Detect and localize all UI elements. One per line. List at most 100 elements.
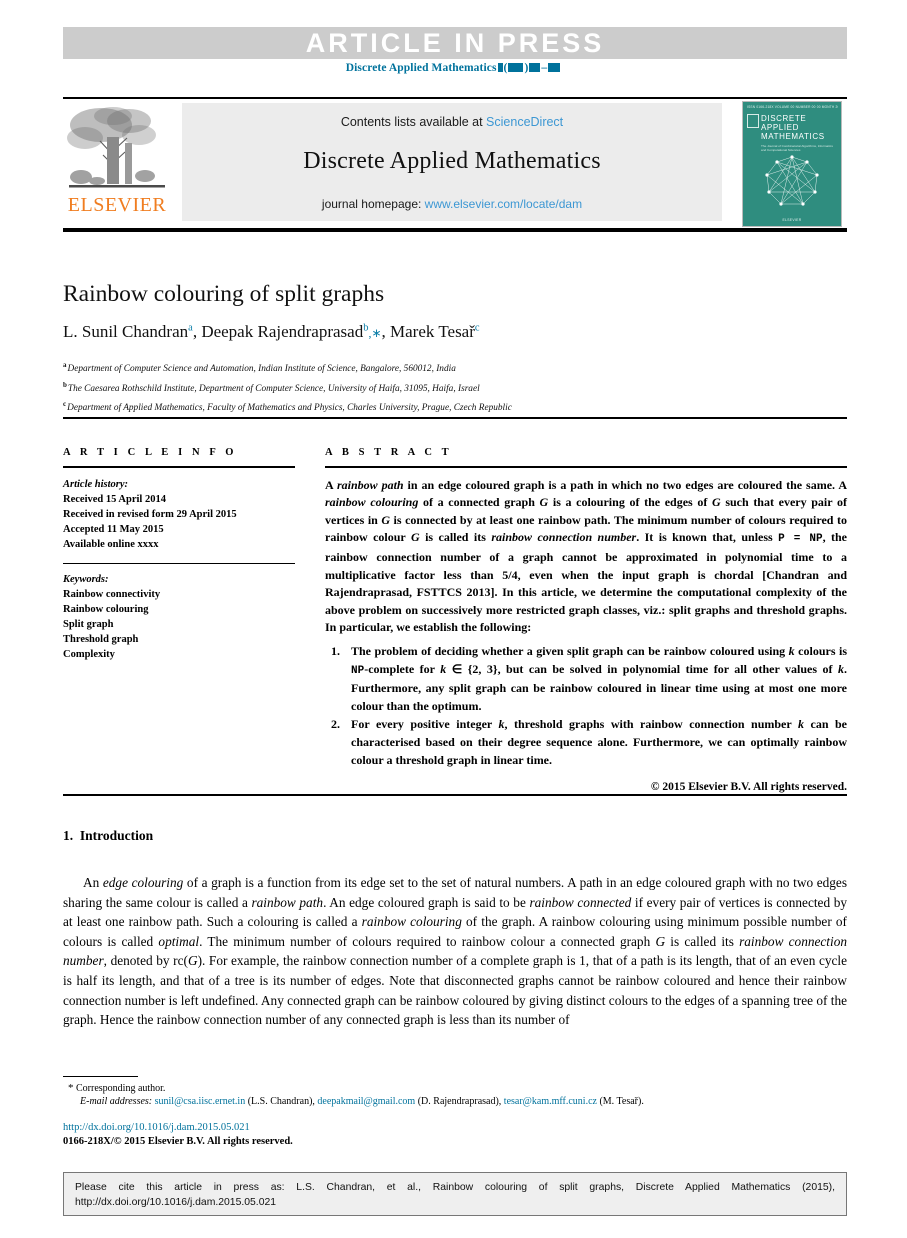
keyword-item: Complexity <box>63 648 115 660</box>
email-link-3[interactable]: tesar@kam.mff.cuni.cz <box>504 1096 597 1107</box>
abstract-result-number: 2. <box>331 717 340 732</box>
abstract-result-number: 1. <box>331 643 340 658</box>
affiliation-text-a: Department of Computer Science and Autom… <box>67 364 456 375</box>
journal-reference-name: Discrete Applied Mathematics <box>345 62 497 74</box>
article-history-item: Available online xxxx <box>63 538 159 550</box>
corresponding-author-mark[interactable]: ,∗ <box>368 326 381 340</box>
section-number: 1. <box>63 828 74 843</box>
cite-box-line-2[interactable]: http://dx.doi.org/10.1016/j.dam.2015.05.… <box>75 1195 835 1210</box>
abstract-column: A B S T R A C T A rainbow path in an edg… <box>325 447 847 793</box>
affiliation-text-b: The Caesarea Rothschild Institute, Depar… <box>67 383 480 394</box>
affiliation-mark-a: a <box>63 361 67 369</box>
section-heading-introduction: 1. Introduction <box>63 828 153 844</box>
journal-ref-paren-open: ( <box>503 62 508 74</box>
journal-homepage-link[interactable]: www.elsevier.com/locate/dam <box>425 197 582 211</box>
contents-available-line: Contents lists available at ScienceDirec… <box>182 115 722 129</box>
author-name-3: Marek Tesař <box>390 322 475 341</box>
title-section-rule <box>63 417 847 419</box>
issn-copyright-line: 0166-218X/© 2015 Elsevier B.V. All right… <box>63 1136 293 1147</box>
corresponding-author-text: Corresponding author. <box>76 1083 166 1094</box>
abstract-rule <box>325 466 847 468</box>
journal-homepage-label: journal homepage: <box>321 197 425 211</box>
journal-title: Discrete Applied Mathematics <box>303 148 601 174</box>
keyword-item: Threshold graph <box>63 633 139 645</box>
keyword-item: Rainbow connectivity <box>63 588 161 600</box>
article-info-column: A R T I C L E I N F O Article history: R… <box>63 447 295 662</box>
sciencedirect-link[interactable]: ScienceDirect <box>486 115 563 129</box>
keyword-item: Rainbow colouring <box>63 603 149 615</box>
author-name-2: Deepak Rajendraprasad <box>201 322 364 341</box>
doi-link[interactable]: http://dx.doi.org/10.1016/j.dam.2015.05.… <box>63 1121 250 1135</box>
cite-this-article-box: Please cite this article in press as: L.… <box>63 1172 847 1216</box>
journal-reference-line: Discrete Applied Mathematics () – <box>0 62 907 74</box>
contents-available-text: Contents lists available at <box>340 115 487 129</box>
elsevier-logo: ELSEVIER <box>63 103 171 221</box>
page-title: Rainbow colouring of split graphs <box>63 281 385 307</box>
author-affiliation-mark-3[interactable]: c <box>475 322 480 333</box>
article-history-label: Article history: <box>63 478 129 490</box>
author-separator-2: , <box>381 322 391 341</box>
affiliation-mark-b: b <box>63 380 67 389</box>
abstract-results-list: 1. The problem of deciding whether a give… <box>325 643 847 769</box>
keywords-label: Keywords: <box>63 573 109 585</box>
email-person-3: (M. Tesař). <box>599 1096 644 1107</box>
placeholder-block-page-start <box>529 63 541 72</box>
keywords-block: Keywords: Rainbow connectivity Rainbow c… <box>63 572 295 662</box>
masthead-center-panel: Contents lists available at ScienceDirec… <box>182 103 722 221</box>
abstract-bottom-rule <box>63 794 847 796</box>
abstract-paragraph: A rainbow path in an edge coloured graph… <box>325 477 848 635</box>
keywords-rule <box>63 562 295 564</box>
abstract-heading: A B S T R A C T <box>325 447 453 458</box>
masthead: ELSEVIER Contents lists available at Sci… <box>63 101 847 227</box>
masthead-rule-bottom <box>63 228 847 232</box>
corresponding-star-icon: * <box>68 1082 74 1094</box>
email-link-2[interactable]: deepakmail@gmail.com <box>317 1096 415 1107</box>
cover-graph-svg <box>765 155 819 206</box>
affiliation-text-c: Department of Applied Mathematics, Facul… <box>67 403 512 414</box>
introduction-paragraph: An edge colouring of a graph is a functi… <box>63 875 848 1028</box>
elsevier-tree-icon <box>67 105 167 191</box>
abstract-result-item: 1. The problem of deciding whether a give… <box>325 643 847 715</box>
abstract-result-item: 2. For every positive integer k, threshol… <box>325 716 847 769</box>
cover-title: DISCRETE APPLIED MATHEMATICS <box>761 114 825 141</box>
article-in-press-banner: ARTICLE IN PRESS <box>63 27 847 59</box>
elsevier-wordmark: ELSEVIER <box>67 194 167 216</box>
abstract-result-text: For every positive integer k, threshold … <box>351 717 847 767</box>
journal-ref-dash: – <box>541 62 548 74</box>
affiliation-item: aDepartment of Computer Science and Auto… <box>63 358 847 378</box>
affiliation-item: cDepartment of Applied Mathematics, Facu… <box>63 397 847 417</box>
article-page: ARTICLE IN PRESS Discrete Applied Mathem… <box>0 0 907 1238</box>
keyword-item: Split graph <box>63 618 114 630</box>
abstract-copyright: © 2015 Elsevier B.V. All rights reserved… <box>650 781 847 794</box>
article-history-item: Accepted 11 May 2015 <box>63 523 164 535</box>
article-in-press-label: ARTICLE IN PRESS <box>305 27 605 58</box>
placeholder-block-page-end <box>548 63 561 72</box>
affiliation-list: aDepartment of Computer Science and Auto… <box>63 358 847 417</box>
journal-cover-thumbnail: ISSN 0166-218X VOLUME 00 NUMBER 00 00 MO… <box>742 101 842 227</box>
journal-homepage-line: journal homepage: www.elsevier.com/locat… <box>182 197 722 211</box>
placeholder-block-year <box>508 63 524 72</box>
cover-subtitle: The Journal of Combinatorial Algorithms,… <box>761 144 833 153</box>
footnote-rule <box>63 1076 138 1078</box>
article-history-item: Received in revised form 29 April 2015 <box>63 508 237 520</box>
cover-graph-illustration <box>759 154 825 212</box>
email-link-1[interactable]: sunil@csa.iisc.ernet.in <box>155 1096 246 1107</box>
author-name-1: L. Sunil Chandran <box>63 322 189 341</box>
section-title: Introduction <box>79 828 154 843</box>
journal-ref-paren-close: ) <box>524 62 529 74</box>
cover-title-line1: DISCRETE <box>761 114 807 123</box>
email-person-2: (D. Rajendraprasad), <box>417 1096 502 1107</box>
placeholder-block-volume <box>497 63 503 72</box>
article-info-rule <box>63 466 295 468</box>
cover-title-line2: APPLIED <box>761 123 799 132</box>
masthead-rule-top <box>63 97 847 99</box>
email-person-1: (L.S. Chandran), <box>247 1096 315 1107</box>
article-history-item: Received 15 April 2014 <box>63 493 166 505</box>
cover-title-line3: MATHEMATICS <box>761 132 825 141</box>
affiliation-mark-c: c <box>63 400 67 409</box>
abstract-result-text: The problem of deciding whether a given … <box>351 643 847 713</box>
email-addresses-label: E-mail addresses: <box>80 1096 153 1107</box>
cover-header-text: ISSN 0166-218X VOLUME 00 NUMBER 00 00 MO… <box>747 105 838 109</box>
elsevier-tree-svg <box>67 107 165 188</box>
cite-box-line-1: Please cite this article in press as: L.… <box>75 1182 835 1193</box>
